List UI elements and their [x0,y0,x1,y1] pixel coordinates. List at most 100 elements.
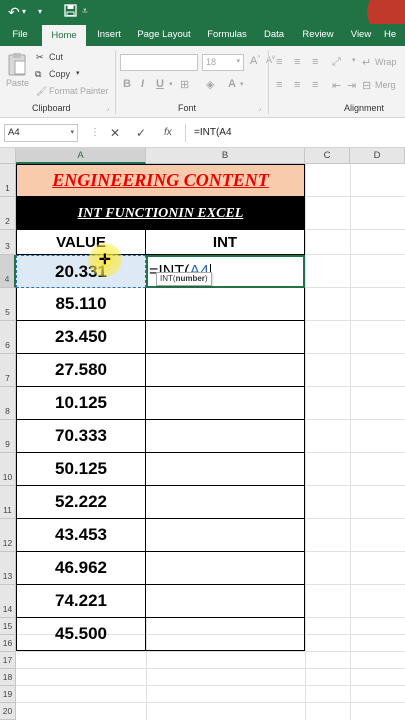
result-cell[interactable] [146,420,305,453]
result-cell[interactable] [146,321,305,354]
row-header[interactable]: 14 [0,585,16,618]
underline-button[interactable]: U [156,78,164,90]
row-header[interactable]: 4 [0,255,16,288]
value-cell[interactable]: 45.500 [16,618,146,651]
decrease-indent-icon[interactable]: ⇤ [332,79,341,92]
dialog-launcher-icon[interactable]: ⌟ [106,104,109,112]
result-cell[interactable] [146,387,305,420]
value-cell[interactable]: 20.331 [16,255,146,288]
chevron-down-icon[interactable]: ▾ [240,80,244,88]
tab-insert[interactable]: Insert [90,24,128,46]
cut-button[interactable]: Cut [49,52,63,62]
tab-page-layout[interactable]: Page Layout [132,24,196,46]
wrap-text-icon[interactable]: ↵ [362,56,371,69]
column-header-c[interactable]: C [305,148,350,164]
undo-icon[interactable]: ↶ [8,3,20,21]
align-middle-icon[interactable]: ≡ [294,56,300,68]
align-bottom-icon[interactable]: ≡ [312,56,318,68]
result-cell[interactable] [146,552,305,585]
sheet-title[interactable]: ENGINEERING CONTENT [16,164,305,197]
value-cell[interactable]: 50.125 [16,453,146,486]
paste-icon[interactable] [7,52,27,76]
font-size-input[interactable]: 18 ▾ [202,54,244,71]
row-header[interactable]: 13 [0,552,16,585]
chevron-down-icon[interactable]: ▾ [22,3,26,21]
copy-button[interactable]: Copy [49,69,70,79]
font-color-icon[interactable]: A [228,78,236,90]
row-header[interactable]: 1 [0,164,16,197]
align-top-icon[interactable]: ≡ [276,56,282,68]
result-cell[interactable] [146,618,305,651]
insert-function-button[interactable]: fx [164,124,172,142]
value-cell[interactable]: 46.962 [16,552,146,585]
header-value[interactable]: VALUE [16,230,146,255]
font-name-input[interactable] [120,54,198,71]
value-cell[interactable]: 10.125 [16,387,146,420]
wrap-text-button[interactable]: Wrap [375,57,396,67]
row-header[interactable]: 19 [0,686,16,703]
row-header[interactable]: 9 [0,420,16,453]
row-header[interactable]: 20 [0,703,16,720]
tab-home[interactable]: Home [42,25,86,46]
align-center-icon[interactable]: ≡ [294,79,300,91]
chevron-down-icon[interactable]: ▾ [76,69,80,77]
cancel-icon[interactable]: ✕ [110,124,120,142]
format-painter-button[interactable]: Format Painter [49,86,109,96]
row-header[interactable]: 17 [0,652,16,669]
paste-button-label[interactable]: Paste [6,78,29,88]
orientation-icon[interactable]: ⤢ [332,56,341,69]
save-icon[interactable] [64,3,77,21]
value-cell[interactable]: 43.453 [16,519,146,552]
increase-font-icon[interactable]: A^ [250,55,260,67]
bold-button[interactable]: B [123,78,131,90]
row-header[interactable]: 16 [0,635,16,652]
value-cell[interactable]: 85.110 [16,288,146,321]
chevron-down-icon[interactable]: ▾ [169,80,173,88]
chevron-down-icon[interactable]: ▾ [352,56,356,64]
row-header[interactable]: 10 [0,453,16,486]
row-header[interactable]: 2 [0,197,16,230]
value-cell[interactable]: 23.450 [16,321,146,354]
formula-input[interactable]: =INT(A4 [185,124,405,142]
row-header[interactable]: 5 [0,288,16,321]
row-header[interactable]: 8 [0,387,16,420]
merge-center-icon[interactable]: ⊟ [362,79,371,92]
result-cell[interactable] [146,585,305,618]
result-cell[interactable] [146,453,305,486]
tab-file[interactable]: File [4,24,36,46]
result-cell[interactable] [146,288,305,321]
row-header[interactable]: 7 [0,354,16,387]
value-cell[interactable]: 27.580 [16,354,146,387]
row-header[interactable]: 12 [0,519,16,552]
chevron-down-icon[interactable]: ▾ [38,3,42,21]
row-header[interactable]: 6 [0,321,16,354]
value-cell[interactable]: 74.221 [16,585,146,618]
name-box[interactable]: A4 ▾ [4,124,78,142]
row-header[interactable]: 3 [0,230,16,255]
sheet-subtitle[interactable]: INT FUNCTIONIN EXCEL [16,197,305,230]
fill-color-icon[interactable]: ◈ [206,78,214,91]
dialog-launcher-icon[interactable]: ⌟ [258,104,261,112]
row-header[interactable]: 18 [0,669,16,686]
increase-indent-icon[interactable]: ⇥ [347,79,356,92]
align-right-icon[interactable]: ≡ [312,79,318,91]
result-cell[interactable] [146,354,305,387]
italic-button[interactable]: I [141,78,144,90]
row-header[interactable]: 11 [0,486,16,519]
tab-formulas[interactable]: Formulas [202,24,252,46]
select-all-button[interactable] [0,148,16,164]
align-left-icon[interactable]: ≡ [276,79,282,91]
column-header-d[interactable]: D [350,148,405,164]
header-int[interactable]: INT [146,230,305,255]
row-header[interactable]: 15 [0,618,16,635]
result-cell[interactable] [146,486,305,519]
borders-icon[interactable]: ⊞ [180,78,189,91]
value-cell[interactable]: 52.222 [16,486,146,519]
tab-view[interactable]: View [344,24,378,46]
tab-help[interactable]: He [384,24,405,46]
customize-toolbar-icon[interactable]: ⩡ [82,3,88,21]
tab-review[interactable]: Review [296,24,340,46]
column-header-a[interactable]: A [16,148,146,164]
enter-icon[interactable]: ✓ [136,124,146,142]
merge-center-button[interactable]: Merg [375,80,396,90]
